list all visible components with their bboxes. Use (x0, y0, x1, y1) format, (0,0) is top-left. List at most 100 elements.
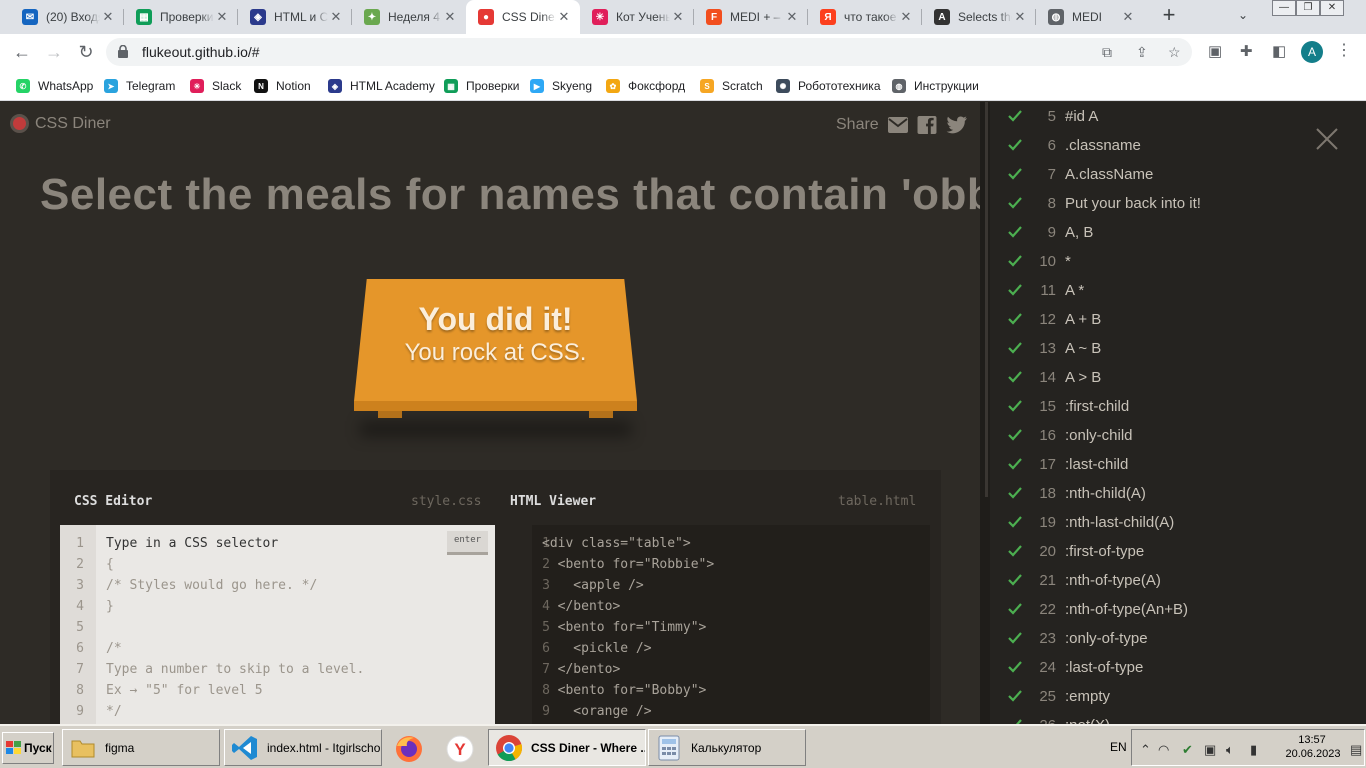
html-code-line[interactable]: <bento for="Bobby"> (542, 683, 707, 698)
restore-button[interactable]: ❐ (1296, 0, 1320, 16)
bookmark-item[interactable]: ✺ Робототехника (776, 77, 881, 95)
tab-close-icon[interactable]: ✕ (1012, 9, 1028, 25)
level-item[interactable]: 12 A + B (1008, 309, 1101, 329)
tab-close-icon[interactable]: ✕ (556, 9, 572, 25)
new-tab-button[interactable]: + (1158, 4, 1180, 27)
html-code-line[interactable]: <pickle /> (542, 641, 651, 656)
menu-kebab-icon[interactable]: ⋮ (1336, 40, 1352, 60)
browser-tab[interactable]: ▦ Проверки ✕ (124, 0, 238, 34)
bookmark-item[interactable]: ✿ Фоксфорд (606, 77, 685, 95)
level-item[interactable]: 6 .classname (1008, 135, 1141, 155)
level-item[interactable]: 25:empty (1008, 686, 1110, 706)
tab-close-icon[interactable]: ✕ (670, 9, 686, 25)
level-item[interactable]: 16:only-child (1008, 425, 1133, 445)
tab-search-icon[interactable]: ⌄ (1238, 8, 1248, 22)
twitter-icon[interactable] (945, 116, 967, 134)
taskbar-button[interactable]: figma (62, 729, 220, 766)
level-item[interactable]: 19:nth-last-child(A) (1008, 512, 1174, 532)
tab-close-icon[interactable]: ✕ (100, 9, 116, 25)
firefox-icon[interactable] (390, 733, 428, 765)
browser-tab[interactable]: F MEDI + – ✕ (694, 0, 808, 34)
reload-icon[interactable]: ↻ (74, 40, 98, 64)
device-icon[interactable]: ▣ (1204, 742, 1216, 758)
tab-close-icon[interactable]: ✕ (442, 9, 458, 25)
close-icon[interactable] (1316, 128, 1338, 150)
level-item[interactable]: 14 A > B (1008, 367, 1101, 387)
level-item[interactable]: 26:not(X) (1008, 715, 1110, 724)
tray-expand-icon[interactable]: ⌃ (1140, 742, 1151, 758)
html-code-line[interactable]: <div class="table"> (542, 536, 691, 551)
level-item[interactable]: 23:only-of-type (1008, 628, 1148, 648)
bookmark-item[interactable]: ✳ Slack (190, 77, 241, 95)
start-button[interactable]: Пуск (2, 732, 54, 764)
level-item[interactable]: 11 A * (1008, 280, 1084, 300)
tab-close-icon[interactable]: ✕ (1120, 9, 1136, 25)
tab-close-icon[interactable]: ✕ (214, 9, 230, 25)
html-code-line[interactable]: <bento for="Robbie"> (542, 557, 715, 572)
browser-tab[interactable]: ● CSS Diner ✕ (466, 0, 580, 34)
signal-icon[interactable]: ▮ (1250, 742, 1257, 758)
browser-tab[interactable]: A Selects the ✕ (922, 0, 1036, 34)
html-code-line[interactable]: </bento> (542, 599, 621, 614)
enter-button[interactable]: enter (447, 531, 488, 555)
address-bar[interactable]: flukeout.github.io/# ⧉ ⇪ ☆ (106, 38, 1192, 66)
browser-tab[interactable]: ✳ Кот Ученый✕ (580, 0, 694, 34)
bookmark-item[interactable]: ◍ Инструкции (892, 77, 979, 95)
email-icon[interactable] (888, 116, 908, 134)
level-item[interactable]: 8 Put your back into it! (1008, 193, 1201, 213)
bookmark-item[interactable]: ◈ HTML Academy (328, 77, 435, 95)
taskbar-button[interactable]: Калькулятор (648, 729, 806, 766)
volume-icon[interactable]: 🔈︎ (1226, 742, 1234, 758)
close-window-button[interactable]: ✕ (1320, 0, 1344, 16)
css-selector-input[interactable]: Type in a CSS selector (106, 536, 278, 551)
taskbar-button[interactable]: index.html - Itgirlscho... (224, 729, 382, 766)
yandex-browser-icon[interactable]: Y (441, 733, 479, 765)
taskbar-button[interactable]: CSS Diner - Where ... (488, 729, 646, 766)
level-item[interactable]: 7 A.className (1008, 164, 1153, 184)
clock-date[interactable]: 20.06.2023 (1278, 748, 1348, 760)
app-logo[interactable]: CSS Diner (10, 114, 111, 133)
tab-close-icon[interactable]: ✕ (898, 9, 914, 25)
extension-icon[interactable]: ▣ (1208, 42, 1222, 60)
level-item[interactable]: 24:last-of-type (1008, 657, 1143, 677)
notification-icon[interactable]: ▤ (1350, 742, 1362, 758)
bookmark-item[interactable]: S Scratch (700, 77, 763, 95)
level-item[interactable]: 9 A, B (1008, 222, 1093, 242)
level-item[interactable]: 17:last-child (1008, 454, 1128, 474)
browser-tab[interactable]: ◈ HTML и CSS✕ (238, 0, 352, 34)
bookmark-item[interactable]: N Notion (254, 77, 311, 95)
translate-icon[interactable]: ⧉ (1102, 44, 1112, 61)
profile-avatar[interactable]: A (1301, 41, 1323, 63)
browser-tab[interactable]: Ячто такое ✕ (808, 0, 922, 34)
back-icon[interactable]: ← (10, 40, 34, 64)
tab-close-icon[interactable]: ✕ (784, 9, 800, 25)
html-code-line[interactable]: </bento> (542, 662, 621, 677)
browser-tab[interactable]: ✉ (20) Входящие✕ (10, 0, 124, 34)
minimize-button[interactable]: — (1272, 0, 1296, 16)
level-item[interactable]: 20:first-of-type (1008, 541, 1144, 561)
level-item[interactable]: 21:nth-of-type(A) (1008, 570, 1161, 590)
tab-close-icon[interactable]: ✕ (328, 9, 344, 25)
puzzle-extensions-icon[interactable]: ✚ (1240, 42, 1253, 60)
facebook-icon[interactable] (917, 116, 937, 134)
html-code-line[interactable]: <bento for="Timmy"> (542, 620, 707, 635)
html-code-line[interactable]: <orange /> (542, 704, 651, 719)
network-icon[interactable]: ◠ (1158, 742, 1169, 758)
bookmark-item[interactable]: ▦ Проверки (444, 77, 520, 95)
forward-icon[interactable]: → (42, 40, 66, 64)
bookmark-item[interactable]: ✆ WhatsApp (16, 77, 93, 95)
level-item[interactable]: 18:nth-child(A) (1008, 483, 1146, 503)
sidebar-scrollbar-thumb[interactable] (985, 102, 988, 497)
bookmark-star-icon[interactable]: ☆ (1168, 44, 1181, 61)
browser-tab[interactable]: ◍ MEDI ✕ (1036, 0, 1144, 34)
browser-tab[interactable]: ✦ Неделя 4 ✕ (352, 0, 466, 34)
level-item[interactable]: 22:nth-of-type(An+B) (1008, 599, 1188, 619)
bookmark-item[interactable]: ➤ Telegram (104, 77, 175, 95)
level-item[interactable]: 10 * (1008, 251, 1071, 271)
html-code-line[interactable]: <apple /> (542, 578, 643, 593)
level-item[interactable]: 15:first-child (1008, 396, 1129, 416)
security-icon[interactable]: ✔ (1182, 742, 1193, 758)
level-item[interactable]: 13 A ~ B (1008, 338, 1101, 358)
language-indicator[interactable]: EN (1110, 740, 1127, 754)
level-item[interactable]: 5 #id A (1008, 106, 1098, 126)
